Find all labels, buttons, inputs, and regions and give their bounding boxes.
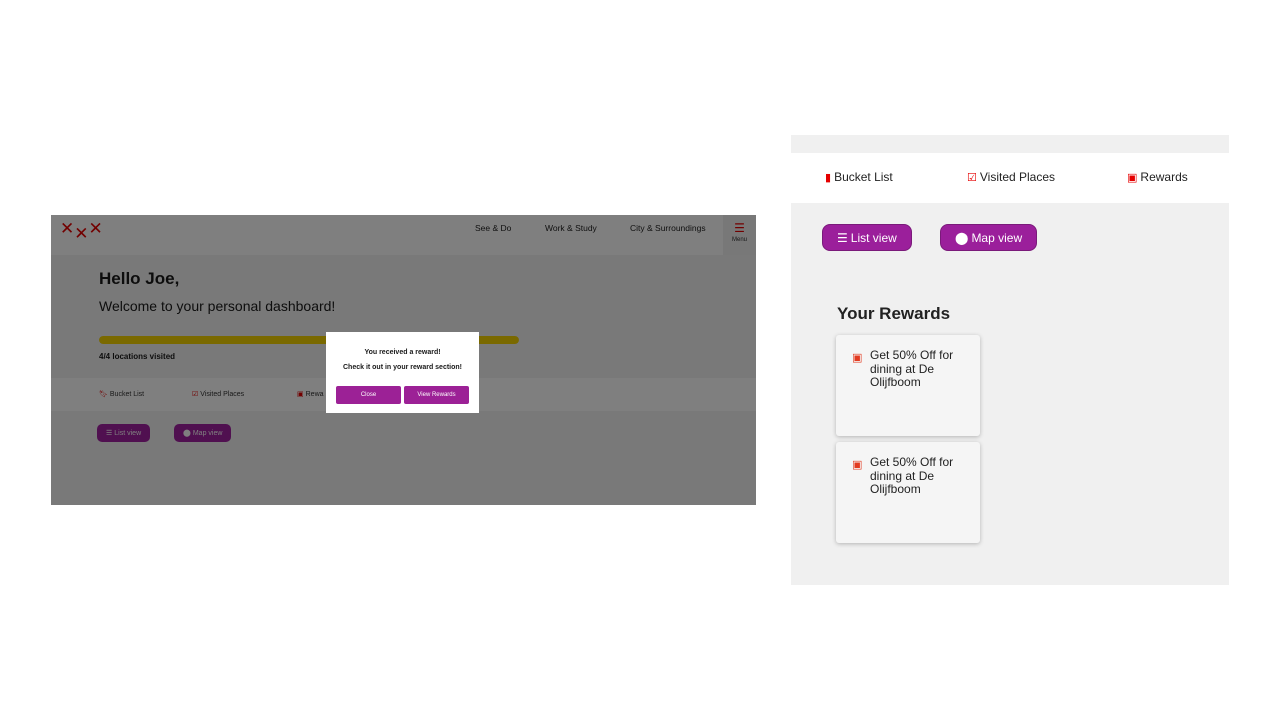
tab-bucket-list[interactable]: ▮ Bucket List xyxy=(825,170,893,184)
modal-title: You received a reward! xyxy=(364,349,441,356)
reward-text: Get 50% Off for dining at De Olijfboom xyxy=(870,455,954,496)
reward-modal: You received a reward! Check it out in y… xyxy=(326,332,479,413)
tab-label: Rewards xyxy=(1140,170,1188,184)
map-view-button[interactable]: ⬤Map view xyxy=(940,224,1038,251)
rewards-heading: Your Rewards xyxy=(837,304,951,323)
gift-icon: ▣ xyxy=(1127,171,1138,184)
reward-text: Get 50% Off for dining at De Olijfboom xyxy=(870,348,954,389)
rewards-screenshot: ▮ Bucket List ☑ Visited Places ▣ Rewards ☰ L… xyxy=(791,135,1229,585)
button-label: Map view xyxy=(971,231,1023,245)
close-button[interactable]: Close xyxy=(336,386,401,404)
reward-card[interactable]: ▣ Get 50% Off for dining at De Olijfboom xyxy=(836,335,980,436)
dashboard-screenshot: ✕ ✕ ✕ See & Do Work & Study City & Surro… xyxy=(51,215,756,505)
tab-label: Visited Places xyxy=(979,170,1056,184)
tab-visited-places[interactable]: ☑Visited Places xyxy=(967,170,1055,184)
tab-label: Bucket List xyxy=(834,170,893,184)
modal-message: Check it out in your reward section! xyxy=(342,364,463,371)
button-label: List view xyxy=(850,231,897,245)
reward-card[interactable]: ▣ Get 50% Off for dining at De Olijfboom xyxy=(836,442,980,543)
checkbox-icon: ☑ xyxy=(967,171,977,184)
view-rewards-button[interactable]: View Rewards xyxy=(404,386,469,404)
bookmark-icon: ▮ xyxy=(825,171,832,184)
dashboard-tabs: ▮ Bucket List ☑ Visited Places ▣ Rewards xyxy=(791,153,1229,203)
gift-icon: ▣ xyxy=(852,458,863,471)
gift-icon: ▣ xyxy=(852,351,863,364)
list-icon: ☰ xyxy=(837,231,848,245)
tab-rewards[interactable]: ▣ Rewards xyxy=(1127,170,1188,184)
map-marker-icon: ⬤ xyxy=(955,231,969,245)
list-view-button[interactable]: ☰List view xyxy=(822,224,912,251)
